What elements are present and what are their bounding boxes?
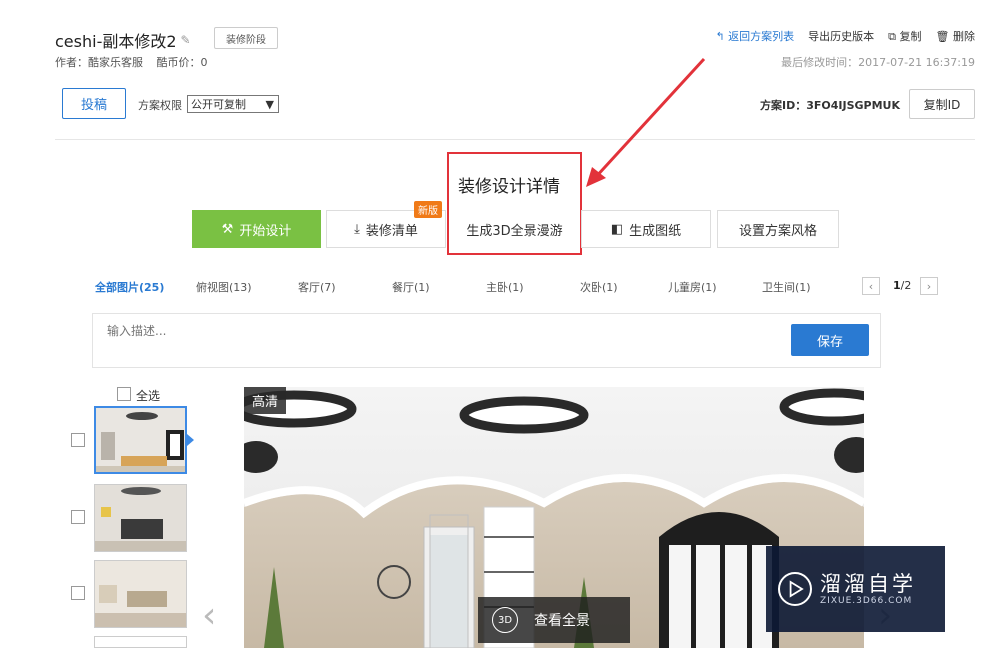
thumbnail[interactable] <box>94 406 187 474</box>
next-page-button[interactable]: › <box>920 277 938 295</box>
thumbnail-image <box>96 408 185 472</box>
thumbnail[interactable] <box>94 636 187 648</box>
copy-id-button[interactable]: 复制ID <box>909 89 975 119</box>
plan-meta: 作者：酷家乐客服 酷币价：0 <box>55 54 208 70</box>
chevron-left-icon: ‹ <box>868 279 874 293</box>
hd-badge: 高清 <box>244 387 287 414</box>
thumbnail-image <box>95 485 186 551</box>
watermark-url: ZIXUE.3D66.COM <box>820 596 913 606</box>
save-button[interactable]: 保存 <box>791 324 869 356</box>
tab-bathroom[interactable]: 卫生间(1) <box>762 279 811 295</box>
prev-page-button[interactable]: ‹ <box>862 277 880 295</box>
3d-icon: 3D <box>492 607 518 633</box>
delete-link[interactable]: 🗑 删除 <box>936 28 975 44</box>
watermark-text: 溜溜自学 ZIXUE.3D66.COM <box>820 572 916 606</box>
copy-label: 复制 <box>899 30 922 43</box>
page-current: 1 <box>893 279 901 292</box>
plan-id: 方案ID：3FO4IJSGPMUK <box>760 99 900 112</box>
author-text: 作者：酷家乐客服 <box>55 56 143 69</box>
new-badge: 新版 <box>414 201 442 218</box>
play-logo-icon <box>778 572 812 606</box>
back-to-list-link[interactable]: ↰ 返回方案列表 <box>715 28 794 44</box>
edit-pencil-icon[interactable]: ✎ <box>181 33 191 47</box>
top-links: ↰ 返回方案列表 导出历史版本 ⧉ 复制 🗑 删除 <box>715 28 975 44</box>
start-design-button[interactable]: ⚒ 开始设计 <box>192 210 321 248</box>
generate-3d-tour-button[interactable]: 生成3D全景漫游 <box>452 210 577 248</box>
tab-all[interactable]: 全部图片(25) <box>95 279 164 295</box>
watermark-name: 溜溜自学 <box>820 572 916 596</box>
submit-button[interactable]: 投稿 <box>62 88 126 119</box>
tab-second-bedroom[interactable]: 次卧(1) <box>580 279 618 295</box>
coin-price-text: 酷币价：0 <box>156 56 208 69</box>
back-to-list-label: 返回方案列表 <box>728 30 795 43</box>
permission-value: 公开可复制 <box>191 98 246 111</box>
description-input[interactable] <box>107 324 707 338</box>
tab-master-bedroom[interactable]: 主卧(1) <box>486 279 524 295</box>
thumbnail[interactable] <box>94 484 187 552</box>
start-design-label: 开始设计 <box>239 223 292 239</box>
description-box: 保存 <box>92 313 881 368</box>
thumbnail-image <box>95 561 186 627</box>
export-history-link[interactable]: 导出历史版本 <box>808 28 874 44</box>
tab-top-view[interactable]: 俯视图(13) <box>196 279 252 295</box>
generate-drawing-label: 生成图纸 <box>629 223 682 239</box>
download-icon: ⤓ <box>354 221 360 237</box>
thumb-checkbox[interactable] <box>71 586 85 600</box>
stage-button[interactable]: 装修阶段 <box>214 27 278 49</box>
dropdown-arrow-icon: ▼ <box>265 97 274 111</box>
tab-dining-room[interactable]: 餐厅(1) <box>392 279 430 295</box>
delete-label: 删除 <box>953 30 975 43</box>
annotation-arrow <box>586 57 706 187</box>
generate-drawing-button[interactable]: ◧ 生成图纸 <box>581 210 711 248</box>
arrow-line <box>592 57 706 181</box>
plan-title-text: ceshi-副本修改2 <box>55 32 177 51</box>
copy-icon: ⧉ <box>888 30 897 43</box>
page-total: /2 <box>900 279 912 292</box>
select-all-label: 全选 <box>136 389 161 403</box>
thumbnail[interactable] <box>94 560 187 628</box>
detail-title: 装修设计详情 <box>458 177 560 197</box>
watermark: 溜溜自学 ZIXUE.3D66.COM <box>766 546 945 632</box>
view-panorama-button[interactable]: 3D 查看全景 <box>478 597 630 643</box>
permission-label: 方案权限 <box>138 99 182 112</box>
thumb-checkbox[interactable] <box>71 433 85 447</box>
last-modified: 最后修改时间：2017-07-21 16:37:19 <box>781 56 975 69</box>
chevron-right-icon: › <box>926 279 932 293</box>
copy-link[interactable]: ⧉ 复制 <box>888 28 921 44</box>
permission-select[interactable]: 公开可复制 ▼ <box>187 95 279 113</box>
view-panorama-label: 查看全景 <box>534 613 590 629</box>
page-indicator: 1/2 <box>893 279 911 292</box>
renovation-list-label: 装修清单 <box>365 223 418 239</box>
select-all-checkbox[interactable] <box>117 387 131 401</box>
set-style-button[interactable]: 设置方案风格 <box>717 210 839 248</box>
tab-living-room[interactable]: 客厅(7) <box>298 279 336 295</box>
thumb-checkbox[interactable] <box>71 510 85 524</box>
drawing-icon: ◧ <box>610 221 624 237</box>
active-thumb-pointer <box>187 434 194 446</box>
trash-icon: 🗑 <box>935 30 950 43</box>
tab-kids-room[interactable]: 儿童房(1) <box>668 279 717 295</box>
plan-title: ceshi-副本修改2 ✎ <box>55 28 191 52</box>
prev-image-arrow[interactable]: ‹ <box>202 595 216 636</box>
divider <box>55 139 975 140</box>
paint-roller-icon: ⚒ <box>221 221 234 237</box>
